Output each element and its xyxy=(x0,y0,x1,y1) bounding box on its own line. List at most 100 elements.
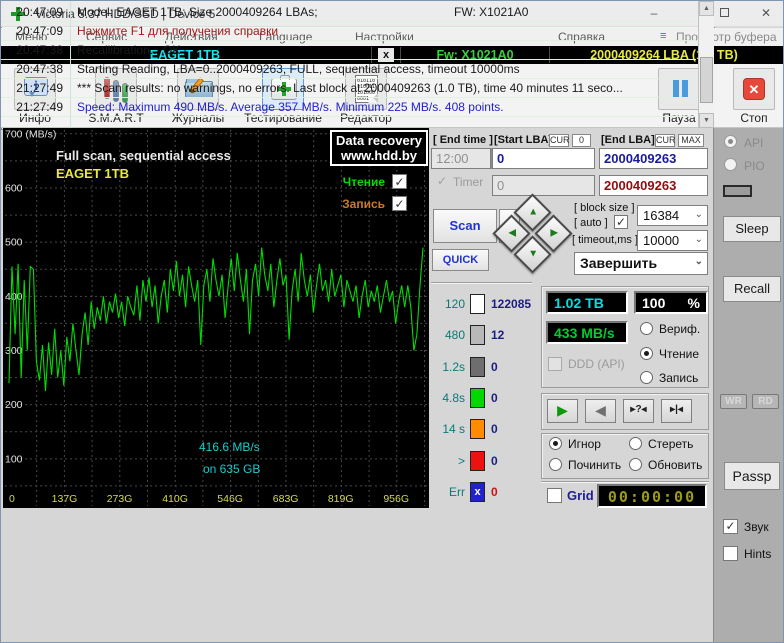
timer-label: Timer xyxy=(453,175,484,189)
finish-action-combo[interactable]: Завершить ⌄ xyxy=(574,252,708,275)
log-row[interactable]: 20:47:09 Нажмите F1 для получения справки xyxy=(1,22,696,41)
write-checkbox[interactable]: ✓ xyxy=(392,196,407,211)
svg-text:500: 500 xyxy=(5,237,23,249)
write-legend-label: Запись xyxy=(342,197,385,211)
radio-repair[interactable] xyxy=(549,458,562,471)
play-forward-button[interactable]: ▶ xyxy=(547,399,578,423)
end-time-field[interactable]: 12:00 xyxy=(431,148,491,169)
stat-count: 0 xyxy=(491,453,498,468)
end-max-button[interactable]: MAX xyxy=(678,134,704,147)
start-lba-input2[interactable]: 0 xyxy=(492,175,595,196)
stat-swatch xyxy=(470,356,485,377)
radio-ignore-label: Игнор xyxy=(568,437,601,451)
sound-label: Звук xyxy=(744,520,769,534)
end-lba-input2[interactable]: 2000409263 xyxy=(599,175,708,196)
timer-check-icon[interactable]: ✓ xyxy=(437,174,447,188)
end-lba-label: [End LBA] xyxy=(601,134,655,146)
timeout-combo[interactable]: 10000 ⌄ xyxy=(637,230,708,251)
auto-label: [ auto ] xyxy=(574,217,608,229)
log-message: Model: EAGET 1TB; Size 2000409264 LBAs; xyxy=(77,5,318,19)
ddd-api-label: DDD (API) xyxy=(568,357,625,371)
stat-swatch xyxy=(470,450,485,471)
svg-text:0: 0 xyxy=(9,493,15,505)
radio-pio[interactable] xyxy=(724,158,737,171)
end-lba-input[interactable]: 2000409263 xyxy=(599,148,708,169)
test-control-panel: [ End time ] 12:00 ▲ ▼ ✓ Timer [Start LB… xyxy=(429,128,713,511)
stat-swatch xyxy=(470,325,485,346)
scroll-thumb[interactable] xyxy=(700,57,713,103)
log-scrollbar[interactable]: ▲ ▼ xyxy=(698,1,714,128)
side-strip: API PIO Sleep Recall WR RD Passp ✓ Звук … xyxy=(713,128,783,642)
svg-text:819G: 819G xyxy=(328,493,354,505)
stat-count: 122085 xyxy=(491,297,532,311)
log-message: *** Scan results: no warnings, no errors… xyxy=(77,81,623,95)
stat-count: 0 xyxy=(491,484,498,499)
svg-text:956G: 956G xyxy=(383,493,409,505)
stop-button[interactable]: ✕ xyxy=(733,68,775,110)
seek-end-button[interactable]: ▸|◂ xyxy=(661,399,692,423)
timeout-label: [ timeout,ms ] xyxy=(572,234,639,246)
log-message: Speed: Maximum 490 MB/s. Average 357 MB/… xyxy=(77,100,504,114)
radio-verify[interactable] xyxy=(640,322,653,335)
log-message: Recallibration... OK xyxy=(77,43,181,57)
hints-checkbox[interactable] xyxy=(723,546,738,561)
block-size-combo[interactable]: 16384 ⌄ xyxy=(637,205,708,226)
play-back-button[interactable]: ◀ xyxy=(585,399,616,423)
rd-button[interactable]: RD xyxy=(752,394,779,409)
start-zero-button[interactable]: 0 xyxy=(572,134,591,147)
radio-refresh[interactable] xyxy=(629,458,642,471)
svg-text:700 (MB/s): 700 (MB/s) xyxy=(5,128,56,140)
close-button[interactable]: ✕ xyxy=(749,1,783,26)
stat-label: 1.2s xyxy=(442,359,465,374)
start-cur-button[interactable]: CUR xyxy=(549,134,570,147)
auto-checkbox[interactable]: ✓ xyxy=(614,215,628,229)
read-checkbox[interactable]: ✓ xyxy=(392,174,407,189)
end-cur-button[interactable]: CUR xyxy=(655,134,676,147)
radio-read[interactable] xyxy=(640,347,653,360)
lcd-timer: 00:00:00 xyxy=(597,484,707,508)
log-row[interactable]: 20:47:38 Recallibration... OK xyxy=(1,41,696,60)
log-time: 20:47:38 xyxy=(16,43,63,57)
radio-verify-label: Вериф. xyxy=(659,322,701,336)
sleep-button[interactable]: Sleep xyxy=(723,216,781,242)
overlay-position: on 635 GB xyxy=(203,462,261,476)
seek-question-button[interactable]: ▸?◂ xyxy=(623,399,654,423)
divider xyxy=(541,481,709,483)
log-panel[interactable]: 20:47:09 Model: EAGET 1TB; Size 200040926… xyxy=(1,1,715,130)
radio-erase[interactable] xyxy=(629,437,642,450)
scroll-up-icon[interactable]: ▲ xyxy=(699,1,714,16)
log-row[interactable]: 21:27:49 *** Scan results: no warnings, n… xyxy=(1,79,696,98)
activity-indicator xyxy=(723,185,752,197)
graph-device: EAGET 1TB xyxy=(56,166,129,181)
radio-pio-label: PIO xyxy=(744,159,765,173)
sound-checkbox[interactable]: ✓ xyxy=(723,519,738,534)
stat-label: 4.8s xyxy=(442,390,465,405)
recall-button[interactable]: Recall xyxy=(723,276,781,302)
stat-label: 480 xyxy=(444,328,465,343)
scroll-down-icon[interactable]: ▼ xyxy=(699,113,714,128)
stat-label: Err xyxy=(449,484,465,499)
speed-graph[interactable]: 700 (MB/s) 600 500 400 300 200 100 0 137G 273G 410… xyxy=(3,128,429,508)
radio-api[interactable] xyxy=(724,135,737,148)
log-row[interactable]: 20:47:09 Model: EAGET 1TB; Size 200040926… xyxy=(1,3,696,22)
wr-button[interactable]: WR xyxy=(720,394,747,409)
log-row[interactable]: 21:27:49 Speed: Maximum 490 MB/s. Average… xyxy=(1,98,696,117)
log-extra: FW: X1021A0 xyxy=(454,5,529,19)
svg-text:137G: 137G xyxy=(52,493,78,505)
scan-button[interactable]: Scan xyxy=(433,209,497,243)
ddd-api-checkbox[interactable] xyxy=(548,357,562,371)
stop-label: Стоп xyxy=(740,111,768,125)
log-row[interactable]: 20:47:38 Starting Reading, LBA=0..2000409… xyxy=(1,60,696,79)
log-time: 20:47:38 xyxy=(16,62,63,76)
svg-text:410G: 410G xyxy=(162,493,188,505)
radio-read-label: Чтение xyxy=(659,347,700,361)
radio-ignore[interactable] xyxy=(549,437,562,450)
radio-write[interactable] xyxy=(640,371,653,384)
start-lba-input[interactable]: 0 xyxy=(492,148,595,169)
grid-checkbox[interactable] xyxy=(547,488,562,503)
passp-button[interactable]: Passp xyxy=(724,462,780,490)
radio-refresh-label: Обновить xyxy=(648,458,703,472)
overlay-speed: 416.6 MB/s xyxy=(199,440,260,454)
quick-button[interactable]: QUICK xyxy=(432,249,489,271)
stat-swatch xyxy=(470,294,485,314)
